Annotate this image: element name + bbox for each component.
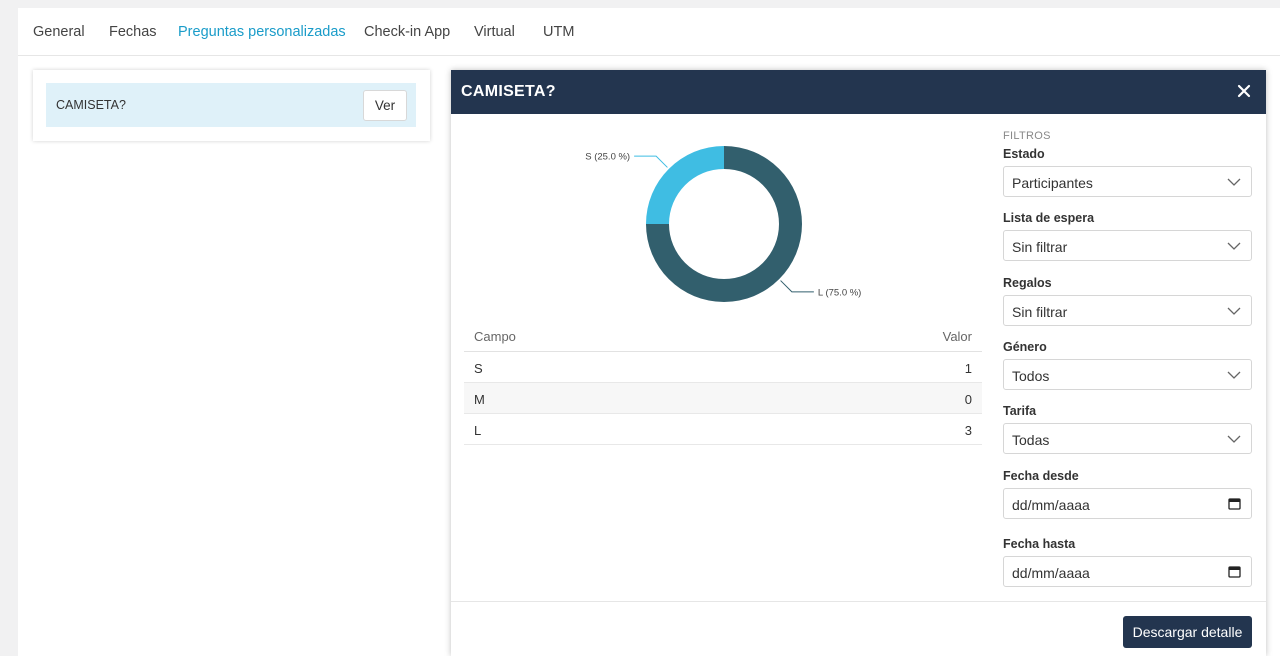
regalos-label: Regalos: [1003, 276, 1052, 290]
fecha-hasta-input[interactable]: dd/mm/aaaa: [1003, 556, 1252, 587]
chevron-down-icon: [1227, 435, 1241, 443]
pie-label-l: L (75.0 %): [818, 287, 861, 298]
view-question-button[interactable]: Ver: [363, 90, 407, 121]
question-label: CAMISETA?: [56, 98, 126, 112]
modal-title: CAMISETA?: [461, 83, 556, 100]
row-campo: L: [474, 423, 482, 438]
question-detail-modal: CAMISETA? S (25.0 %) L (75.0 %) Campo Val…: [451, 70, 1266, 656]
regalos-select[interactable]: Sin filtrar: [1003, 295, 1252, 326]
row-valor: 0: [964, 392, 972, 407]
chevron-down-icon: [1227, 178, 1241, 186]
fecha-hasta-label: Fecha hasta: [1003, 537, 1076, 551]
question-list-card: CAMISETA? Ver: [33, 70, 430, 141]
table-row: M 0: [464, 383, 982, 414]
answers-table: Campo Valor S 1 M 0 L 3: [464, 320, 982, 445]
tab-fechas[interactable]: Fechas: [109, 24, 157, 40]
lista-espera-select[interactable]: Sin filtrar: [1003, 230, 1252, 261]
tab-check-in-app[interactable]: Check-in App: [364, 24, 450, 40]
table-header: Campo Valor: [464, 320, 982, 352]
donut-chart: S (25.0 %) L (75.0 %): [585, 146, 861, 302]
chevron-down-icon: [1227, 307, 1241, 315]
regalos-value: Sin filtrar: [1012, 304, 1068, 320]
fecha-desde-label: Fecha desde: [1003, 469, 1079, 483]
estado-value: Participantes: [1012, 175, 1093, 191]
column-header-campo: Campo: [474, 329, 516, 344]
row-valor: 3: [964, 423, 972, 438]
download-detail-button[interactable]: Descargar detalle: [1123, 616, 1252, 648]
row-campo: S: [474, 361, 483, 376]
fecha-desde-input[interactable]: dd/mm/aaaa: [1003, 488, 1252, 519]
modal-footer-divider: [451, 601, 1266, 602]
column-header-valor: Valor: [942, 329, 972, 344]
pie-label-s: S (25.0 %): [585, 152, 630, 163]
tab-utm[interactable]: UTM: [543, 24, 574, 40]
lista-espera-value: Sin filtrar: [1012, 239, 1068, 255]
fecha-hasta-placeholder: dd/mm/aaaa: [1012, 565, 1090, 581]
question-row: CAMISETA? Ver: [46, 83, 416, 127]
modal-header: CAMISETA?: [451, 70, 1266, 114]
chevron-down-icon: [1227, 371, 1241, 379]
tarifa-select[interactable]: Todas: [1003, 423, 1252, 454]
estado-label: Estado: [1003, 147, 1045, 161]
genero-select[interactable]: Todos: [1003, 359, 1252, 390]
filters-panel: FILTROS Estado Participantes Lista de es…: [1003, 130, 1252, 587]
pie-leader-line-l: [780, 280, 814, 293]
table-row: L 3: [464, 414, 982, 445]
fecha-desde-placeholder: dd/mm/aaaa: [1012, 497, 1090, 513]
row-campo: M: [474, 392, 485, 407]
close-icon[interactable]: [1234, 81, 1254, 101]
calendar-icon[interactable]: [1228, 565, 1241, 578]
filters-title: FILTROS: [1003, 130, 1051, 142]
tab-bar: General Fechas Preguntas personalizadas …: [18, 8, 1280, 56]
chevron-down-icon: [1227, 242, 1241, 250]
row-valor: 1: [964, 361, 972, 376]
table-row: S 1: [464, 352, 982, 383]
lista-espera-label: Lista de espera: [1003, 211, 1095, 225]
tab-preguntas-personalizadas[interactable]: Preguntas personalizadas: [178, 24, 346, 40]
tarifa-value: Todas: [1012, 432, 1050, 448]
calendar-icon[interactable]: [1228, 497, 1241, 510]
pie-leader-line-s: [634, 155, 668, 168]
estado-select[interactable]: Participantes: [1003, 166, 1252, 197]
genero-value: Todos: [1012, 368, 1050, 384]
tab-general[interactable]: General: [33, 24, 85, 40]
tarifa-label: Tarifa: [1003, 404, 1037, 418]
genero-label: Género: [1003, 340, 1047, 354]
tab-virtual[interactable]: Virtual: [474, 24, 515, 40]
